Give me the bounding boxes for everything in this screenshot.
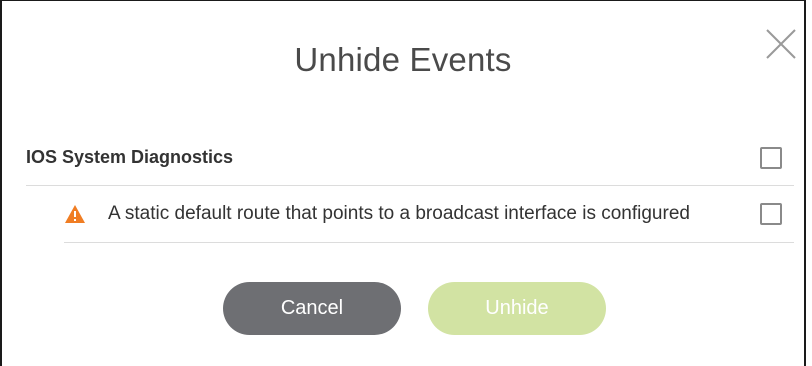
unhide-events-dialog: Unhide Events IOS System Diagnostics A s… bbox=[0, 0, 806, 366]
event-checkbox[interactable] bbox=[760, 203, 782, 225]
event-description: A static default route that points to a … bbox=[108, 203, 690, 224]
warning-icon bbox=[64, 204, 86, 224]
event-row: A static default route that points to a … bbox=[64, 187, 794, 243]
section-title: IOS System Diagnostics bbox=[26, 147, 234, 167]
section-select-all-checkbox[interactable] bbox=[760, 147, 782, 169]
cancel-button[interactable]: Cancel bbox=[223, 282, 401, 335]
dialog-title: Unhide Events bbox=[294, 41, 512, 78]
section-row-ios-system-diagnostics: IOS System Diagnostics bbox=[26, 135, 794, 186]
close-icon[interactable] bbox=[764, 27, 798, 61]
unhide-button[interactable]: Unhide bbox=[428, 282, 606, 335]
